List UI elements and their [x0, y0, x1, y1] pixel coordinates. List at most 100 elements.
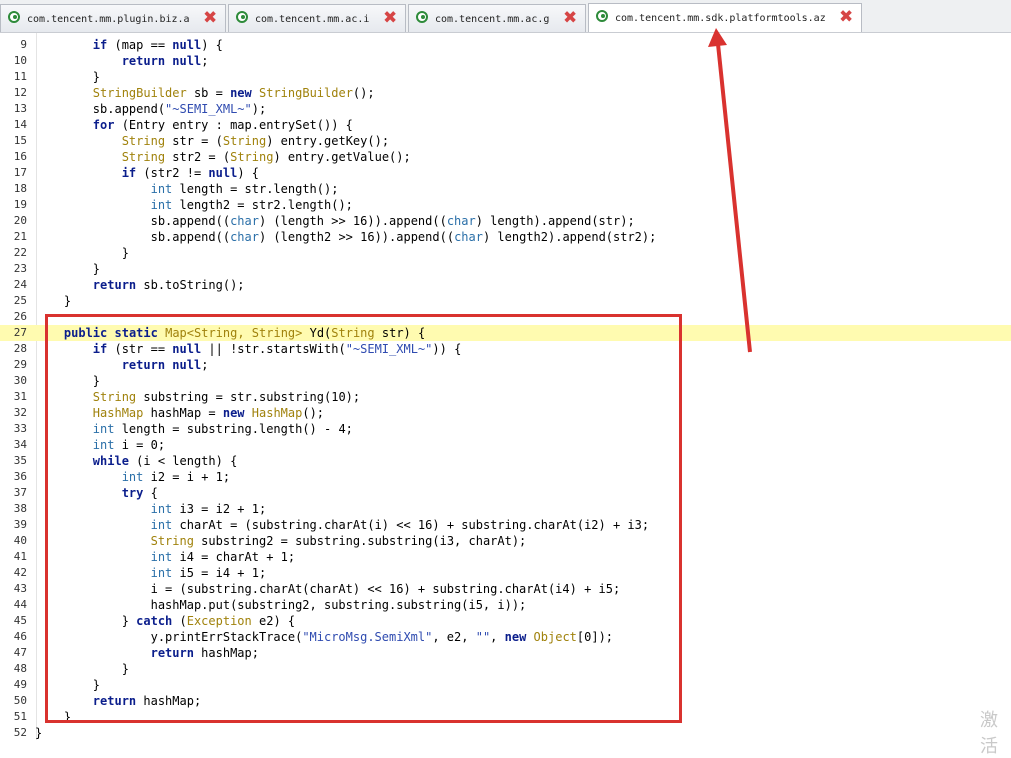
- code-token: null: [172, 54, 202, 68]
- close-icon[interactable]: ✖: [563, 10, 577, 27]
- code-token: i = (substring.charAt(charAt) << 16) + s…: [35, 582, 621, 596]
- code-line[interactable]: 37 try {: [0, 485, 1011, 501]
- tab-plugin-biz-a[interactable]: com.tencent.mm.plugin.biz.a ✖: [0, 4, 226, 32]
- code-line[interactable]: 29 return null;: [0, 357, 1011, 373]
- code-editor[interactable]: 9 if (map == null) {10 return null; 11 } 1…: [0, 33, 1011, 740]
- code-line[interactable]: 14 for (Entry entry : map.entrySet()) {: [0, 117, 1011, 133]
- code-line[interactable]: 35 while (i < length) {: [0, 453, 1011, 469]
- code-line[interactable]: 15 String str = (String) entry.getKey();: [0, 133, 1011, 149]
- code-line[interactable]: 20 sb.append((char) (length >> 16)).appe…: [0, 213, 1011, 229]
- code-token: char: [454, 230, 483, 244]
- code-token: int: [150, 550, 173, 564]
- line-number: 16: [13, 150, 27, 163]
- line-number: 21: [13, 230, 27, 243]
- code-token: charAt = (substring.charAt(i) << 16) + s…: [172, 518, 650, 532]
- code-line[interactable]: 21 sb.append((char) (length2 >> 16)).app…: [0, 229, 1011, 245]
- code-text: int length = substring.length() - 4;: [35, 421, 353, 437]
- close-icon[interactable]: ✖: [203, 10, 217, 27]
- code-text: }: [35, 245, 129, 261]
- code-line[interactable]: 44 hashMap.put(substring2, substring.sub…: [0, 597, 1011, 613]
- code-token: [0]);: [576, 630, 614, 644]
- code-line[interactable]: 32 HashMap hashMap = new HashMap();: [0, 405, 1011, 421]
- code-line[interactable]: 17 if (str2 != null) {: [0, 165, 1011, 181]
- close-icon[interactable]: ✖: [383, 10, 397, 27]
- line-number: 42: [13, 566, 27, 579]
- tab-label: com.tencent.mm.ac.i: [255, 14, 370, 25]
- code-line[interactable]: 39 int charAt = (substring.charAt(i) << …: [0, 517, 1011, 533]
- code-line[interactable]: 43 i = (substring.charAt(charAt) << 16) …: [0, 581, 1011, 597]
- code-line[interactable]: 30 }: [0, 373, 1011, 389]
- code-text: int i = 0;: [35, 437, 165, 453]
- code-line[interactable]: 12 StringBuilder sb = new StringBuilder(…: [0, 85, 1011, 101]
- code-line[interactable]: 11 }: [0, 69, 1011, 85]
- code-token: HashMap: [251, 406, 303, 420]
- code-line[interactable]: 50 return hashMap;: [0, 693, 1011, 709]
- code-text: sb.append((char) (length >> 16)).append(…: [35, 213, 635, 229]
- code-text: }: [35, 725, 42, 740]
- code-line[interactable]: 38 int i3 = i2 + 1;: [0, 501, 1011, 517]
- code-token: }: [35, 262, 101, 276]
- code-line[interactable]: 36 int i2 = i + 1;: [0, 469, 1011, 485]
- code-line[interactable]: 51 }: [0, 709, 1011, 725]
- code-token: hashMap;: [193, 646, 259, 660]
- code-line[interactable]: 24 return sb.toString();: [0, 277, 1011, 293]
- code-token: ) {: [201, 38, 223, 52]
- code-line[interactable]: 41 int i4 = charAt + 1;: [0, 549, 1011, 565]
- code-line[interactable]: 16 String str2 = (String) entry.getValue…: [0, 149, 1011, 165]
- code-line[interactable]: 48 }: [0, 661, 1011, 677]
- code-text: String str2 = (String) entry.getValue();: [35, 149, 411, 165]
- code-token: }: [35, 294, 72, 308]
- code-line[interactable]: 26: [0, 309, 1011, 325]
- line-number: 39: [13, 518, 27, 531]
- code-token: ) entry.getKey();: [266, 134, 390, 148]
- code-line[interactable]: 49 }: [0, 677, 1011, 693]
- code-text: hashMap.put(substring2, substring.substr…: [35, 597, 527, 613]
- code-line[interactable]: 23 }: [0, 261, 1011, 277]
- editor-tab-bar: com.tencent.mm.plugin.biz.a ✖ com.tencen…: [0, 0, 1011, 33]
- code-line[interactable]: 42 int i5 = i4 + 1;: [0, 565, 1011, 581]
- code-line[interactable]: 31 String substring = str.substring(10);: [0, 389, 1011, 405]
- code-token: int: [121, 470, 144, 484]
- code-token: Yd(: [302, 326, 332, 340]
- code-token: new: [504, 630, 527, 644]
- code-line-highlighted[interactable]: 27 public static Map<String, String> Yd(…: [0, 325, 1011, 341]
- code-token: char: [230, 214, 259, 228]
- code-line[interactable]: 52}: [0, 725, 1011, 740]
- code-text: }: [35, 373, 100, 389]
- tab-ac-g[interactable]: com.tencent.mm.ac.g ✖: [408, 4, 586, 32]
- close-icon[interactable]: ✖: [839, 9, 853, 26]
- code-text: String substring = str.substring(10);: [35, 389, 360, 405]
- code-token: new: [222, 406, 245, 420]
- tab-ac-i[interactable]: com.tencent.mm.ac.i ✖: [228, 4, 406, 32]
- code-line[interactable]: 9 if (map == null) {: [0, 37, 1011, 53]
- line-number: 30: [13, 374, 27, 387]
- code-text: int i4 = charAt + 1;: [35, 549, 296, 565]
- code-line[interactable]: 47 return hashMap;: [0, 645, 1011, 661]
- line-number: 15: [13, 134, 27, 147]
- code-text: String substring2 = substring.substring(…: [35, 533, 527, 549]
- code-line[interactable]: 10 return null;: [0, 53, 1011, 69]
- java-class-icon: [596, 10, 608, 22]
- code-token: null: [172, 38, 202, 52]
- code-token: if: [92, 38, 108, 52]
- code-token: int: [150, 566, 173, 580]
- code-line[interactable]: 22 }: [0, 245, 1011, 261]
- code-line[interactable]: 45 } catch (Exception e2) {: [0, 613, 1011, 629]
- code-line[interactable]: 40 String substring2 = substring.substri…: [0, 533, 1011, 549]
- code-line[interactable]: 19 int length2 = str2.length();: [0, 197, 1011, 213]
- code-line[interactable]: 46 y.printErrStackTrace("MicroMsg.SemiXm…: [0, 629, 1011, 645]
- code-text: if (str2 != null) {: [35, 165, 259, 181]
- code-text: }: [35, 293, 71, 309]
- code-line[interactable]: 33 int length = substring.length() - 4;: [0, 421, 1011, 437]
- code-token: (str ==: [107, 342, 173, 356]
- line-number: 19: [13, 198, 27, 211]
- tab-sdk-platformtools-az[interactable]: com.tencent.mm.sdk.platformtools.az ✖: [588, 3, 862, 32]
- code-line[interactable]: 28 if (str == null || !str.startsWith("~…: [0, 341, 1011, 357]
- code-line[interactable]: 13 sb.append("~SEMI_XML~");: [0, 101, 1011, 117]
- code-line[interactable]: 25 }: [0, 293, 1011, 309]
- code-line[interactable]: 34 int i = 0;: [0, 437, 1011, 453]
- code-token: public: [63, 326, 108, 340]
- code-line[interactable]: 18 int length = str.length();: [0, 181, 1011, 197]
